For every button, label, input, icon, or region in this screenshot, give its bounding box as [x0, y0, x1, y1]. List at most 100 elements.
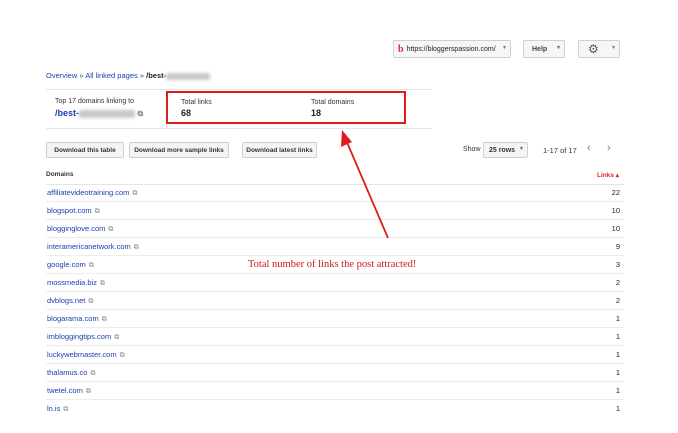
external-link-icon[interactable]: ⧉ — [86, 388, 91, 395]
chevron-down-icon: ▾ — [611, 45, 615, 51]
annotation-text: Total number of links the post attracted… — [248, 259, 417, 270]
domain-link[interactable]: imbloggingtips.com ⧉ — [47, 332, 119, 342]
domain-name: luckywebmaster.com — [47, 350, 117, 359]
domain-link[interactable]: google.com ⧉ — [47, 260, 94, 270]
table-row: dvblogs.net ⧉ 2 — [46, 292, 624, 310]
external-link-icon[interactable]: ⧉ — [89, 262, 94, 269]
top-domains-link[interactable]: /best- ⧉ — [55, 108, 143, 119]
external-link-icon[interactable]: ⧉ — [132, 190, 137, 197]
external-link-icon[interactable]: ⧉ — [63, 406, 68, 413]
table-row: luckywebmaster.com ⧉ 1 — [46, 346, 624, 364]
download-latest-links-button[interactable]: Download latest links — [242, 142, 317, 158]
links-count: 1 — [615, 404, 620, 413]
column-header-domains[interactable]: Domains — [46, 171, 73, 178]
breadcrumb-overview[interactable]: Overview — [46, 71, 77, 80]
table-row: imbloggingtips.com ⧉ 1 — [46, 328, 624, 346]
download-more-links-button[interactable]: Download more sample links — [129, 142, 229, 158]
download-table-button[interactable]: Download this table — [46, 142, 124, 158]
table-row: blogarama.com ⧉ 1 — [46, 310, 624, 328]
external-link-icon[interactable]: ⧉ — [90, 370, 95, 377]
links-count: 22 — [611, 188, 620, 197]
table-row: mossmedia.biz ⧉ 2 — [46, 274, 624, 292]
domain-link[interactable]: blogspot.com ⧉ — [47, 206, 100, 216]
domain-name: blogspot.com — [47, 206, 92, 215]
table-row: blogspot.com ⧉ 10 — [46, 202, 624, 220]
domain-name: imbloggingtips.com — [47, 332, 112, 341]
table-row: twetel.com ⧉ 1 — [46, 382, 624, 400]
external-link-icon[interactable]: ⧉ — [134, 244, 139, 251]
help-label: Help — [532, 46, 548, 53]
domain-name: mossmedia.biz — [47, 278, 98, 287]
links-count: 1 — [615, 386, 620, 395]
rows-per-page-value: 25 rows — [489, 147, 516, 154]
next-page-icon[interactable]: › — [607, 142, 611, 154]
external-link-icon[interactable]: ⧉ — [102, 316, 107, 323]
table-row: blogginglove.com ⧉ 10 — [46, 220, 624, 238]
b-logo-icon: b — [398, 43, 404, 55]
chevron-down-icon: ▾ — [556, 45, 560, 51]
domain-name: blogginglove.com — [47, 224, 106, 233]
chevron-down-icon: ▾ — [519, 146, 523, 152]
breadcrumb: Overview » All linked pages » /best- — [46, 71, 211, 80]
domain-name: twetel.com — [47, 386, 83, 395]
table-row: affiliatevideotraining.com ⧉ 22 — [46, 184, 624, 202]
domain-name: affiliatevideotraining.com — [47, 188, 130, 197]
domain-link[interactable]: blogginglove.com ⧉ — [47, 224, 113, 234]
table-row: interamericanetwork.com ⧉ 9 — [46, 238, 624, 256]
links-count: 1 — [615, 368, 620, 377]
help-button[interactable]: Help ▾ — [523, 40, 565, 58]
domain-name: blogarama.com — [47, 314, 99, 323]
rows-per-page-select[interactable]: 25 rows ▾ — [483, 142, 528, 158]
breadcrumb-current-page: /best- — [146, 71, 167, 80]
links-count: 1 — [615, 314, 620, 323]
domain-link[interactable]: twetel.com ⧉ — [47, 386, 91, 396]
external-link-icon[interactable]: ⧉ — [114, 334, 119, 341]
site-selector-label: https://bloggerspassion.com/ — [406, 45, 496, 53]
domain-name: ln.is — [47, 404, 61, 413]
external-link-icon: ⧉ — [137, 109, 144, 118]
domain-link[interactable]: mossmedia.biz ⧉ — [47, 278, 105, 288]
links-count: 3 — [615, 260, 620, 269]
domain-name: google.com — [47, 260, 86, 269]
blurred-url — [79, 109, 136, 118]
external-link-icon[interactable]: ⧉ — [100, 280, 105, 287]
gear-icon: ⚙ — [588, 42, 599, 56]
domain-link[interactable]: dvblogs.net ⧉ — [47, 296, 93, 306]
external-link-icon[interactable]: ⧉ — [95, 208, 100, 215]
show-label: Show — [463, 146, 481, 153]
domain-link[interactable]: luckywebmaster.com ⧉ — [47, 350, 125, 360]
breadcrumb-all-linked-pages[interactable]: All linked pages — [85, 71, 138, 80]
table-row: ln.is ⧉ 1 — [46, 400, 624, 418]
domain-link[interactable]: interamericanetwork.com ⧉ — [47, 242, 139, 252]
table-header — [46, 165, 624, 185]
blurred-url — [166, 72, 211, 80]
links-count: 10 — [611, 206, 620, 215]
links-count: 1 — [615, 350, 620, 359]
chevron-down-icon: ▾ — [502, 45, 506, 51]
annotation-highlight-box — [166, 91, 406, 124]
domain-link[interactable]: ln.is ⧉ — [47, 404, 68, 414]
top-domains-link-text: /best- — [55, 108, 80, 118]
domain-link[interactable]: thalamus.co ⧉ — [47, 368, 95, 378]
external-link-icon[interactable]: ⧉ — [120, 352, 125, 359]
site-selector[interactable]: b https://bloggerspassion.com/ ▾ — [393, 40, 511, 58]
table-row: thalamus.co ⧉ 1 — [46, 364, 624, 382]
domain-link[interactable]: blogarama.com ⧉ — [47, 314, 107, 324]
domain-link[interactable]: affiliatevideotraining.com ⧉ — [47, 188, 137, 198]
links-count: 2 — [615, 296, 620, 305]
column-header-links[interactable]: Links ▴ — [597, 171, 619, 179]
links-count: 2 — [615, 278, 620, 287]
domain-name: thalamus.co — [47, 368, 88, 377]
breadcrumb-separator: » — [79, 71, 84, 80]
external-link-icon[interactable]: ⧉ — [108, 226, 113, 233]
pagination-range: 1-17 of 17 — [543, 146, 577, 155]
top-domains-label: Top 17 domains linking to — [55, 98, 134, 105]
links-count: 1 — [615, 332, 620, 341]
domain-name: interamericanetwork.com — [47, 242, 131, 251]
external-link-icon[interactable]: ⧉ — [88, 298, 93, 305]
settings-button[interactable]: ⚙ ▾ — [578, 40, 620, 58]
links-count: 9 — [615, 242, 620, 251]
prev-page-icon[interactable]: ‹ — [587, 142, 591, 154]
links-count: 10 — [611, 224, 620, 233]
breadcrumb-separator: » — [139, 71, 145, 80]
